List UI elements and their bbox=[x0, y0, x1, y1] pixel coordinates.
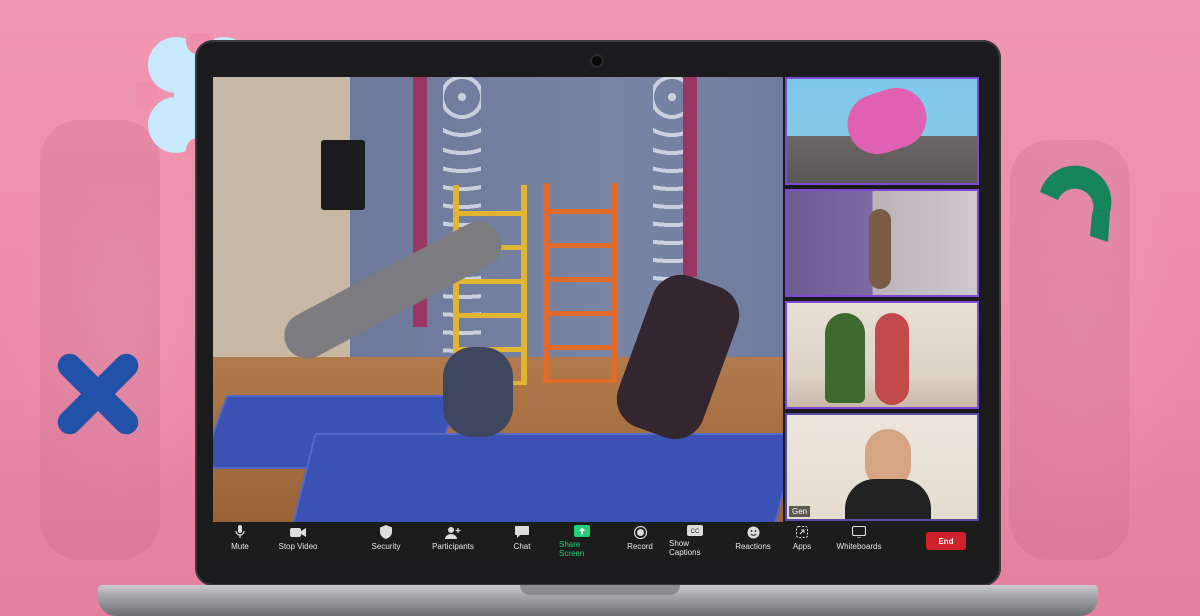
meeting-toolbar: Mute Stop Video Security Participants Ch… bbox=[213, 522, 981, 559]
laptop-notch bbox=[520, 585, 680, 595]
svg-text:CC: CC bbox=[691, 529, 700, 535]
share-arrow-icon bbox=[573, 525, 591, 537]
security-button[interactable]: Security bbox=[369, 525, 403, 557]
show-captions-button[interactable]: CC Show Captions bbox=[669, 525, 721, 557]
participant-tile[interactable] bbox=[785, 77, 979, 185]
shield-icon bbox=[377, 525, 395, 539]
video-camera-icon bbox=[289, 525, 307, 539]
stop-video-label: Stop Video bbox=[278, 542, 318, 551]
captions-icon: CC bbox=[686, 525, 704, 536]
record-label: Record bbox=[627, 542, 653, 551]
apps-button[interactable]: Apps bbox=[791, 525, 813, 557]
active-speaker-video[interactable] bbox=[213, 77, 783, 522]
apps-label: Apps bbox=[792, 542, 812, 551]
apps-icon bbox=[793, 525, 811, 539]
participant-tile[interactable] bbox=[785, 189, 979, 297]
participant-figure bbox=[875, 313, 909, 405]
share-screen-label: Share Screen bbox=[559, 540, 585, 558]
whiteboards-label: Whiteboards bbox=[836, 542, 882, 551]
participants-label: Participants bbox=[432, 542, 474, 551]
wall-speaker bbox=[321, 140, 365, 210]
microphone-icon bbox=[231, 525, 249, 539]
end-meeting-button[interactable]: End bbox=[926, 532, 966, 550]
share-screen-button[interactable]: Share Screen bbox=[559, 525, 605, 558]
participants-button[interactable]: Participants bbox=[431, 525, 475, 557]
participant-figure bbox=[869, 209, 891, 289]
participant-tile[interactable]: Gen bbox=[785, 413, 979, 521]
whiteboard-icon bbox=[850, 525, 868, 539]
participant-plant bbox=[825, 313, 865, 403]
show-captions-label: Show Captions bbox=[669, 539, 701, 557]
stop-video-button[interactable]: Stop Video bbox=[275, 525, 321, 557]
mute-label: Mute bbox=[231, 542, 249, 551]
chat-button[interactable]: Chat bbox=[510, 525, 534, 557]
blue-mat bbox=[291, 433, 783, 522]
whiteboards-button[interactable]: Whiteboards bbox=[835, 525, 883, 557]
chat-bubble-icon bbox=[513, 525, 531, 539]
security-label: Security bbox=[371, 542, 401, 551]
x-shape-decoration bbox=[57, 353, 139, 435]
record-button[interactable]: Record bbox=[625, 525, 655, 557]
aerial-silk bbox=[683, 77, 697, 277]
webcam-icon bbox=[592, 56, 602, 66]
participant-tile[interactable] bbox=[785, 301, 979, 409]
orange-ladder bbox=[543, 183, 617, 383]
participant-body bbox=[845, 479, 931, 519]
reactions-icon bbox=[744, 525, 762, 539]
chat-label: Chat bbox=[513, 542, 531, 551]
reactions-label: Reactions bbox=[735, 542, 771, 551]
background-figure-left bbox=[40, 120, 160, 560]
video-call-window: Gen Mute Stop Video Security Participant… bbox=[213, 77, 981, 559]
arc-decoration bbox=[1040, 165, 1112, 242]
participants-icon bbox=[444, 525, 462, 539]
record-icon bbox=[631, 525, 649, 539]
reactions-button[interactable]: Reactions bbox=[735, 525, 771, 557]
participant-figure bbox=[839, 80, 935, 162]
aerial-performer-torso bbox=[443, 347, 513, 437]
mute-button[interactable]: Mute bbox=[225, 525, 255, 557]
participant-name-tag: Gen bbox=[789, 506, 811, 517]
